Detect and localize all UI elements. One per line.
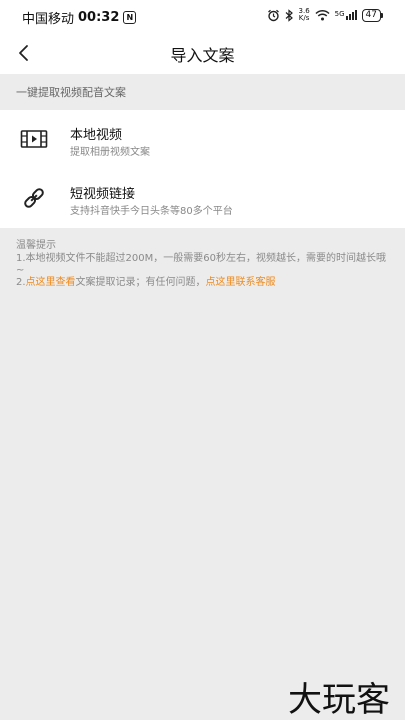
tip-line-2: 2.点这里查看文案提取记录；有任何问题，点这里联系客服 [16,277,391,289]
nfc-icon: N [123,11,137,24]
nav-bar: 导入文案 [0,32,405,74]
alarm-icon [267,9,279,21]
bluetooth-icon [285,8,293,22]
network-speed: 3.6 K/s [298,7,310,22]
tip-line-2-middle: 文案提取记录；有任何问题， [75,277,206,288]
battery-icon: 47 [361,8,383,22]
status-right: 3.6 K/s 5G 47 [267,8,383,22]
tip-line-1: 1.本地视频文件不能超过200M，一般需要60秒左右，视频越长，需要的时间越长哦… [16,253,386,276]
signal-icon: 5G [335,10,357,20]
battery-level: 47 [361,8,381,22]
video-film-icon [20,130,48,148]
option-subtitle: 支持抖音快手今日头条等80多个平台 [70,206,233,217]
wifi-icon [315,9,330,21]
watermark-logo: 大玩客 [288,680,390,718]
clock: 00:32 [78,10,120,25]
section-header: 一键提取视频配音文案 [0,74,405,110]
tips-title: 温馨提示 [16,240,56,251]
option-title: 本地视频 [70,128,123,143]
option-video-link[interactable]: 短视频链接 支持抖音快手今日头条等80多个平台 [0,169,405,228]
watermark-text: 大玩客 [288,680,390,718]
import-option-list: 本地视频 提取相册视频文案 短视频链接 支持抖音快手今日头条等80多个平台 [0,110,405,228]
section-header-label: 一键提取视频配音文案 [16,86,126,99]
contact-support-link[interactable]: 点这里联系客服 [206,277,276,288]
option-title: 短视频链接 [70,187,136,202]
carrier-label: 中国移动 [22,12,75,27]
tips-section: 温馨提示 1.本地视频文件不能超过200M，一般需要60秒左右，视频越长，需要的… [16,240,391,289]
option-local-video[interactable]: 本地视频 提取相册视频文案 [0,110,405,169]
option-subtitle: 提取相册视频文案 [70,147,150,158]
link-icon [24,188,44,208]
page-title: 导入文案 [170,46,235,65]
status-bar: 中国移动 00:32 N 3.6 K/s 5G 47 [0,0,405,32]
tip-line-2-prefix: 2. [16,277,26,288]
status-left: 中国移动 00:32 N [22,8,137,27]
view-records-link[interactable]: 点这里查看 [26,277,76,288]
